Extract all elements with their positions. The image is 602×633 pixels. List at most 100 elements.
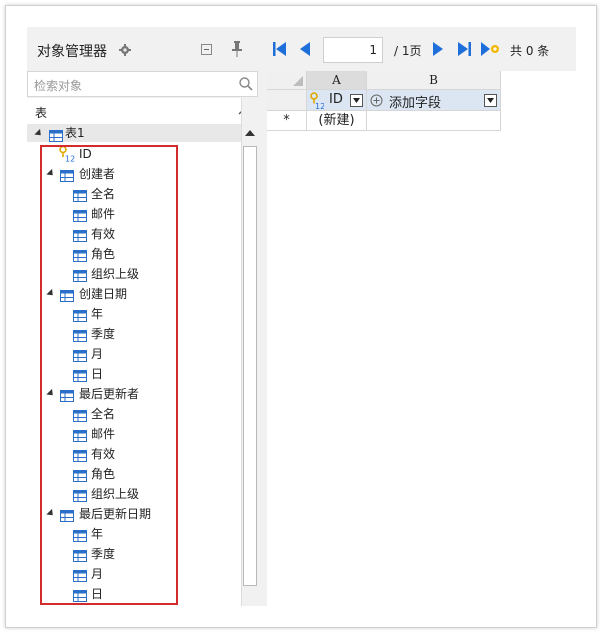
- tree-item-group[interactable]: 创建者: [27, 164, 241, 184]
- scroll-thumb[interactable]: [243, 146, 257, 586]
- tree-item-field[interactable]: 有效: [27, 444, 241, 464]
- tree-item-field[interactable]: 日: [27, 364, 241, 384]
- table-icon: [73, 208, 87, 222]
- table-icon: [60, 388, 74, 402]
- tree-item-field[interactable]: 全名: [27, 184, 241, 204]
- collapse-icon[interactable]: [201, 44, 212, 55]
- table-icon: [73, 228, 87, 242]
- add-field-header[interactable]: 添加字段: [367, 90, 501, 111]
- tree-scrollbar[interactable]: [241, 98, 258, 606]
- table-icon: [60, 168, 74, 182]
- page-number-input[interactable]: 1: [323, 37, 383, 63]
- svg-text:12: 12: [65, 155, 75, 163]
- expand-arrow-icon[interactable]: [46, 388, 56, 399]
- grid-corner[interactable]: [267, 71, 307, 90]
- tree-item-field[interactable]: 年: [27, 524, 241, 544]
- table-icon: [73, 468, 87, 482]
- tree-label: 日: [91, 367, 104, 381]
- column-header-a[interactable]: A: [307, 71, 367, 90]
- section-header-tables[interactable]: 表: [27, 98, 258, 126]
- table-icon: [73, 448, 87, 462]
- tree-label: 有效: [91, 447, 116, 461]
- table-icon: [73, 248, 87, 262]
- table-icon: [73, 348, 87, 362]
- new-row-marker: *: [267, 111, 307, 131]
- tree-label: 月: [91, 347, 104, 361]
- gear-icon[interactable]: [119, 44, 131, 56]
- pager-toolbar: 1 / 1页 共 0 条: [267, 27, 576, 71]
- next-page-icon[interactable]: [432, 42, 444, 56]
- first-page-icon[interactable]: [273, 42, 287, 56]
- tree-item-group[interactable]: 最后更新日期: [27, 504, 241, 524]
- column-header-b[interactable]: B: [367, 71, 501, 90]
- tree-label: ID: [79, 147, 92, 161]
- section-label: 表: [35, 106, 48, 120]
- tree-label: 年: [91, 307, 104, 321]
- tree-label: 月: [91, 567, 104, 581]
- tree-label: 创建日期: [79, 287, 128, 301]
- tree-label: 最后更新者: [79, 387, 140, 401]
- id-header-label: ID: [329, 92, 343, 107]
- tree-label: 全名: [91, 407, 116, 421]
- tree-label: 年: [91, 527, 104, 541]
- tree-item-field[interactable]: 月: [27, 344, 241, 364]
- tree-label: 季度: [91, 327, 116, 341]
- tree-item-field[interactable]: 组织上级: [27, 264, 241, 284]
- tree-label: 全名: [91, 187, 116, 201]
- tree-item-field[interactable]: 组织上级: [27, 484, 241, 504]
- tree-item-field[interactable]: 年: [27, 304, 241, 324]
- expand-arrow-icon[interactable]: [46, 168, 56, 179]
- tree-label: 创建者: [79, 167, 116, 181]
- tree-item-field[interactable]: 月: [27, 564, 241, 584]
- dropdown-icon[interactable]: [350, 94, 363, 107]
- new-row-cell[interactable]: (新建): [307, 111, 367, 131]
- new-record-icon[interactable]: [481, 42, 501, 56]
- expand-arrow-icon[interactable]: [46, 508, 56, 519]
- expand-arrow-icon[interactable]: [34, 128, 44, 139]
- table-icon: [73, 428, 87, 442]
- new-row-cell-b[interactable]: [367, 111, 501, 131]
- tree-label: 季度: [91, 547, 116, 561]
- expand-arrow-icon[interactable]: [46, 288, 56, 299]
- object-tree: 表1 12 ID 创建者 全名 邮件 有效 角色 组织上级 创建日期年季度月日最后更新者 全名 邮件有…: [27, 124, 241, 606]
- tree-item-root[interactable]: 表1: [27, 124, 241, 142]
- table-icon: [73, 588, 87, 602]
- tree-item-field[interactable]: 日: [27, 584, 241, 604]
- search-icon[interactable]: [238, 76, 254, 92]
- tree-item-field[interactable]: 角色: [27, 244, 241, 264]
- tree-item-field[interactable]: 角色: [27, 464, 241, 484]
- tree-item-field[interactable]: 邮件: [27, 424, 241, 444]
- table-icon: [60, 288, 74, 302]
- total-count-text: 共 0 条: [510, 44, 550, 58]
- tree-item-group[interactable]: 最后更新者: [27, 384, 241, 404]
- row-header-fields: [267, 90, 307, 111]
- key-icon: 12: [59, 145, 75, 164]
- total-pages-text: / 1页: [394, 44, 422, 58]
- tree-label: 角色: [91, 467, 116, 481]
- tree-item-field[interactable]: 季度: [27, 544, 241, 564]
- object-manager-title: 对象管理器: [37, 44, 107, 60]
- add-circle-icon[interactable]: [370, 94, 383, 107]
- table-icon: [73, 268, 87, 282]
- table-icon: [73, 408, 87, 422]
- dropdown-icon[interactable]: [484, 94, 497, 107]
- table-icon: [73, 568, 87, 582]
- tree-item-field[interactable]: 季度: [27, 324, 241, 344]
- tree-item-id[interactable]: 12 ID: [27, 144, 241, 164]
- tree-label: 日: [91, 587, 104, 601]
- tree-item-field[interactable]: 有效: [27, 224, 241, 244]
- select-all-icon: [293, 76, 303, 86]
- table-icon: [73, 368, 87, 382]
- tree-label: 邮件: [91, 427, 116, 441]
- prev-page-icon[interactable]: [299, 42, 311, 56]
- field-header-id[interactable]: 12 ID: [307, 90, 367, 111]
- last-page-icon[interactable]: [457, 42, 471, 56]
- tree-label: 组织上级: [91, 487, 140, 501]
- pin-icon[interactable]: [232, 41, 242, 57]
- app-window: 对象管理器 检索对象 表 表1 12 ID 创建者 全名 邮件 有效角色 组织上…: [27, 27, 576, 606]
- tree-item-field[interactable]: 全名: [27, 404, 241, 424]
- tree-item-field[interactable]: 邮件: [27, 204, 241, 224]
- tree-item-group[interactable]: 创建日期: [27, 284, 241, 304]
- search-input[interactable]: 检索对象: [27, 71, 258, 97]
- scroll-up-arrow[interactable]: [245, 130, 255, 136]
